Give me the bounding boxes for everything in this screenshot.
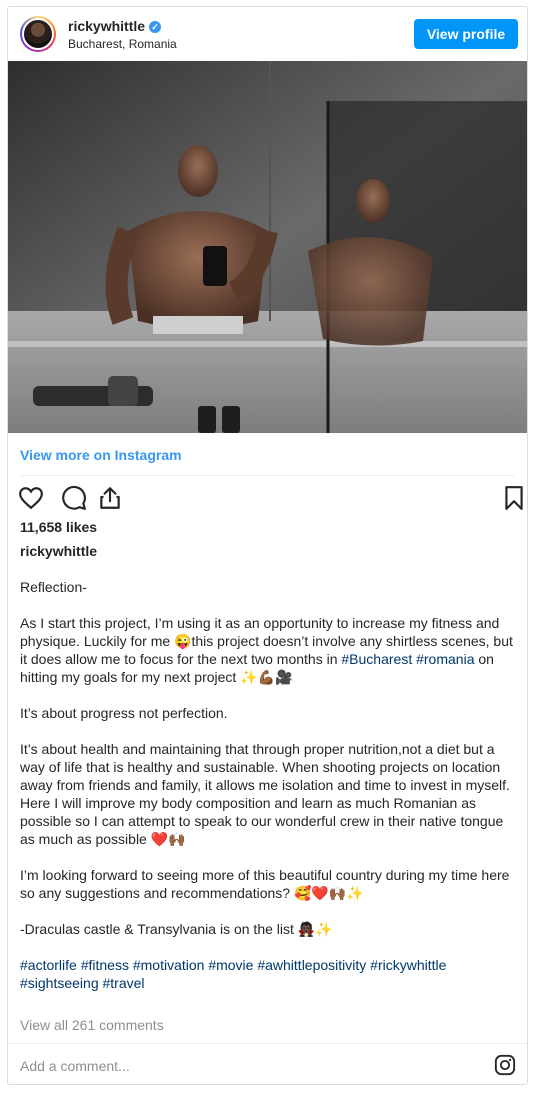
avatar-image: [22, 18, 54, 50]
caption-paragraph: Reflection-: [20, 579, 87, 595]
username[interactable]: rickywhittle ✓: [68, 18, 162, 34]
instagram-icon[interactable]: [494, 1054, 516, 1076]
view-profile-button[interactable]: View profile: [414, 19, 518, 49]
divider: [20, 475, 515, 476]
caption-paragraph: Here I will improve my body composition …: [20, 795, 504, 847]
verified-badge-icon: ✓: [149, 21, 162, 33]
share-icon[interactable]: [97, 485, 123, 511]
avatar[interactable]: [20, 16, 56, 52]
caption-username[interactable]: rickywhittle: [20, 543, 97, 559]
view-more-on-instagram-link[interactable]: View more on Instagram: [20, 447, 182, 463]
caption-paragraph: As I start this project, I’m using it as…: [20, 614, 516, 686]
add-comment-input[interactable]: Add a comment...: [20, 1058, 130, 1074]
caption-paragraph: I’m looking forward to seeing more of th…: [20, 867, 510, 901]
username-text[interactable]: rickywhittle: [68, 18, 145, 34]
post-photo[interactable]: [8, 61, 527, 433]
caption-hashtags[interactable]: #actorlife #fitness #motivation #movie #…: [20, 956, 516, 992]
comment-icon[interactable]: [61, 485, 87, 511]
action-bar: [16, 483, 523, 513]
caption-paragraph: -Draculas castle & Transylvania is on th…: [20, 921, 333, 937]
bookmark-icon[interactable]: [501, 485, 527, 511]
comment-bar: Add a comment...: [8, 1043, 527, 1085]
mirror-selfie-photo: [8, 61, 527, 433]
caption-text: Reflection- As I start this project, I’m…: [20, 578, 516, 992]
likes-count[interactable]: 11,658 likes: [20, 519, 97, 535]
hashtag-link[interactable]: #romania: [416, 651, 474, 667]
caption-paragraph: It’s about health and maintaining that t…: [20, 741, 510, 793]
hashtag-link[interactable]: #Bucharest: [341, 651, 412, 667]
heart-icon[interactable]: [18, 485, 44, 511]
caption-paragraph: It’s about progress not perfection.: [20, 705, 228, 721]
location[interactable]: Bucharest, Romania: [68, 37, 177, 51]
view-all-comments-link[interactable]: View all 261 comments: [20, 1017, 164, 1033]
post-header: rickywhittle ✓ Bucharest, Romania View pr…: [8, 7, 527, 61]
instagram-embed-card: rickywhittle ✓ Bucharest, Romania View pr…: [7, 6, 528, 1085]
